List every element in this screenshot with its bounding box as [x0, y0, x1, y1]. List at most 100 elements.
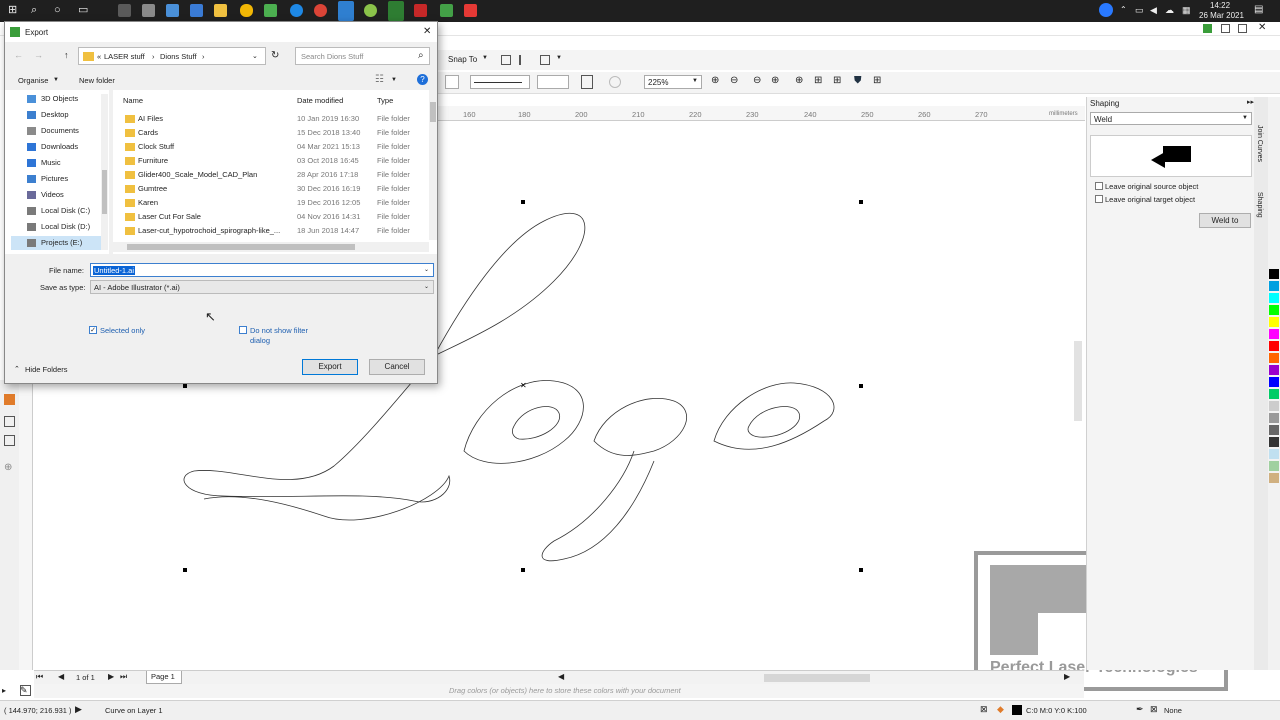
clock-time[interactable]: 14:22 [1210, 1, 1230, 10]
outline-width-field[interactable] [445, 75, 459, 89]
zoom-in-icon[interactable]: ⊕ [711, 75, 719, 86]
fill-tool-icon[interactable] [4, 394, 15, 405]
palette-swatch[interactable] [1269, 389, 1279, 399]
vertical-ruler[interactable] [19, 380, 33, 670]
fill-bucket-icon[interactable]: ◆ [997, 704, 1004, 715]
scroll-left-icon[interactable]: ◀ [558, 672, 564, 681]
palette-swatch[interactable] [1269, 353, 1279, 363]
taskbar-app-icon[interactable] [290, 4, 303, 17]
fill-swatch[interactable] [1012, 705, 1022, 715]
palette-swatch[interactable] [1269, 377, 1279, 387]
palette-swatch[interactable] [1269, 473, 1279, 483]
cloud-icon[interactable]: ☁ [1165, 3, 1174, 17]
taskbar-app-icon[interactable] [240, 4, 253, 17]
up-icon[interactable]: ↑ [64, 50, 69, 60]
column-name[interactable]: Name [123, 96, 143, 105]
close-icon[interactable]: ✕ [423, 26, 431, 37]
align-icon[interactable] [519, 55, 529, 65]
nav-item-desktop[interactable]: Desktop [11, 108, 106, 122]
interactive-tool-icon[interactable] [4, 435, 15, 446]
address-bar[interactable]: « LASER stuff › Dions Stuff › ⌄ [78, 47, 266, 65]
zoom-height-icon[interactable]: ⊞ [833, 75, 841, 86]
palette-swatch[interactable] [1269, 365, 1279, 375]
grid-icon[interactable] [501, 55, 511, 65]
hide-folders-button[interactable]: Hide Folders [25, 365, 68, 374]
zoom-level-select[interactable]: 225% ▼ [644, 75, 702, 89]
docker-options-icon[interactable]: ▸▸ [1247, 98, 1254, 106]
selected-only-checkbox[interactable]: ✓ [89, 326, 97, 334]
nav-item-downloads[interactable]: Downloads [11, 140, 106, 154]
breadcrumb-item[interactable]: LASER stuff [104, 52, 145, 61]
notifications-icon[interactable]: ▤ [1254, 3, 1263, 17]
horizontal-ruler[interactable]: 160 180 200 210 220 230 240 250 260 270 … [437, 106, 1085, 121]
help-tray-icon[interactable] [1099, 3, 1113, 17]
column-type[interactable]: Type [377, 96, 393, 105]
chevron-down-icon[interactable]: ▼ [391, 77, 397, 83]
file-row[interactable]: Laser-cut_hypotrochoid_spirograph-like_.… [113, 224, 418, 238]
taskbar-app-icon[interactable] [364, 4, 377, 17]
nav-item-local-disk-d[interactable]: Local Disk (D:) [11, 220, 106, 234]
windows-start-icon[interactable]: ⊞ [8, 3, 17, 17]
palette-swatch[interactable] [1269, 413, 1279, 423]
taskbar-app-icon[interactable] [264, 4, 277, 17]
back-icon[interactable]: ← [14, 50, 23, 60]
chevron-down-icon[interactable]: ▼ [53, 77, 59, 83]
none-outline-icon[interactable]: ⊠ [1150, 704, 1158, 715]
options-icon[interactable] [540, 55, 550, 65]
first-page-icon[interactable]: ⏮ [36, 672, 43, 682]
taskbar-app-icon[interactable] [440, 4, 453, 17]
file-list-hscrollbar-thumb[interactable] [127, 244, 355, 250]
no-color-swatch[interactable] [20, 685, 31, 696]
chrome-icon[interactable] [314, 4, 327, 17]
eyedropper-tool-icon[interactable] [4, 416, 15, 427]
last-page-icon[interactable]: ⏭ [120, 672, 127, 682]
nav-item-documents[interactable]: Documents [11, 124, 106, 138]
snap-to-dropdown[interactable]: Snap To [448, 55, 477, 64]
taskbar-app-icon[interactable] [338, 1, 354, 21]
palette-swatch[interactable] [1269, 341, 1279, 351]
nav-item-pictures[interactable]: Pictures [11, 172, 106, 186]
add-icon[interactable]: ⊕ [4, 462, 12, 473]
palette-swatch[interactable] [1269, 449, 1279, 459]
close-icon[interactable]: ✕ [1258, 22, 1266, 33]
taskbar-app-icon[interactable] [142, 4, 155, 17]
help-icon[interactable]: ? [417, 74, 428, 85]
next-page-icon[interactable]: ▶ [108, 672, 114, 681]
breadcrumb-item[interactable]: Dions Stuff [160, 52, 197, 61]
zoom-all-icon[interactable]: ⊕ [771, 75, 779, 86]
fill-icon[interactable]: ⊠ [980, 704, 988, 715]
forward-icon[interactable]: → [34, 50, 43, 60]
palette-swatch[interactable] [1269, 293, 1279, 303]
keyboard-icon[interactable]: ▦ [1182, 3, 1191, 17]
export-button[interactable]: Export [302, 359, 358, 375]
zoom-page-icon[interactable]: ⊕ [795, 75, 803, 86]
end-arrow-select[interactable] [537, 75, 569, 89]
taskbar-app-icon[interactable] [190, 4, 203, 17]
chevron-down-icon[interactable]: ⌄ [252, 52, 258, 60]
chevron-down-icon[interactable]: ▼ [556, 55, 562, 61]
cancel-button[interactable]: Cancel [369, 359, 425, 375]
prev-page-icon[interactable]: ◀ [58, 672, 64, 681]
column-date-modified[interactable]: Date modified [297, 96, 343, 105]
volume-icon[interactable]: ◀ [1150, 3, 1157, 17]
nav-scrollbar[interactable] [101, 94, 108, 250]
palette-arrow-icon[interactable]: ▸ [2, 686, 6, 695]
no-filter-dialog-checkbox[interactable] [239, 326, 247, 334]
taskbar-app-icon[interactable] [166, 4, 179, 17]
taskbar-app-icon[interactable] [118, 4, 131, 17]
nav-item-videos[interactable]: Videos [11, 188, 106, 202]
dialog-title-bar[interactable]: Export ✕ [5, 22, 437, 42]
file-row[interactable]: Gumtree 30 Dec 2016 16:19 File folder [113, 182, 418, 196]
document-palette[interactable]: ▸ ✎ Drag colors (or objects) here to sto… [2, 684, 1084, 698]
file-list-scrollbar[interactable] [429, 90, 437, 240]
chevron-up-icon[interactable]: ⌃ [14, 365, 20, 373]
file-row[interactable]: Furniture 03 Oct 2018 16:45 File folder [113, 154, 418, 168]
outline-pen-icon[interactable]: ✒ [1136, 704, 1144, 715]
zoom-options-icon[interactable]: ⊞ [873, 75, 881, 86]
taskbar-app-icon[interactable] [414, 4, 427, 17]
horizontal-scrollbar-thumb[interactable] [764, 674, 870, 682]
zoom-selected-icon[interactable]: ⊖ [753, 75, 761, 86]
line-style-select[interactable] [470, 75, 530, 89]
play-icon[interactable]: ▶ [75, 704, 82, 715]
palette-swatch[interactable] [1269, 461, 1279, 471]
